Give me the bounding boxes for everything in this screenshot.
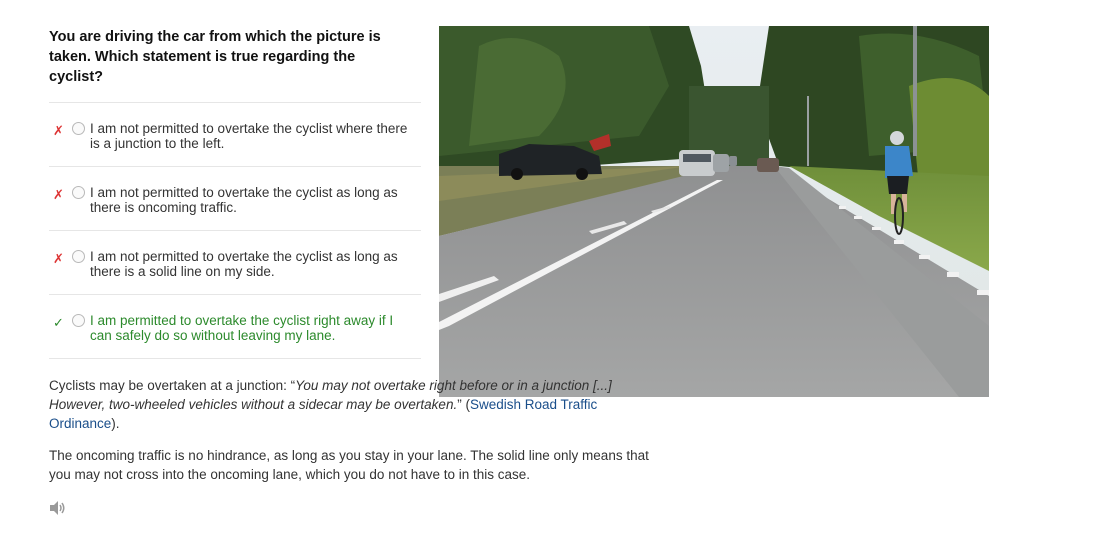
explanation-text: ). (111, 416, 120, 431)
wrong-mark-icon: ✗ (53, 251, 64, 266)
radio-button[interactable] (72, 314, 85, 327)
radio-button[interactable] (72, 250, 85, 263)
option-label: I am permitted to overtake the cyclist r… (90, 313, 394, 343)
wrong-mark-icon: ✗ (53, 123, 64, 138)
option-label: I am not permitted to overtake the cycli… (90, 185, 398, 215)
speaker-icon[interactable] (49, 500, 67, 516)
answer-options: ✗ I am not permitted to overtake the cyc… (49, 102, 421, 359)
answer-option-3[interactable]: ✗ I am not permitted to overtake the cyc… (49, 230, 421, 294)
explanation-paragraph-1: Cyclists may be overtaken at a junction:… (49, 376, 659, 433)
answer-option-4[interactable]: ✓ I am permitted to overtake the cyclist… (49, 294, 421, 359)
wrong-mark-icon: ✗ (53, 187, 64, 202)
explanation-paragraph-2: The oncoming traffic is no hindrance, as… (49, 448, 649, 482)
explanation-text: Cyclists may be overtaken at a junction:… (49, 378, 296, 393)
option-label: I am not permitted to overtake the cycli… (90, 249, 398, 279)
road-scene-photo (439, 26, 989, 397)
check-mark-icon: ✓ (53, 315, 64, 330)
option-label: I am not permitted to overtake the cycli… (90, 121, 408, 151)
radio-button[interactable] (72, 186, 85, 199)
answer-option-1[interactable]: ✗ I am not permitted to overtake the cyc… (49, 102, 421, 166)
answer-option-2[interactable]: ✗ I am not permitted to overtake the cyc… (49, 166, 421, 230)
explanation-text: ” ( (457, 397, 470, 412)
radio-button[interactable] (72, 122, 85, 135)
question-text: You are driving the car from which the p… (49, 29, 381, 85)
